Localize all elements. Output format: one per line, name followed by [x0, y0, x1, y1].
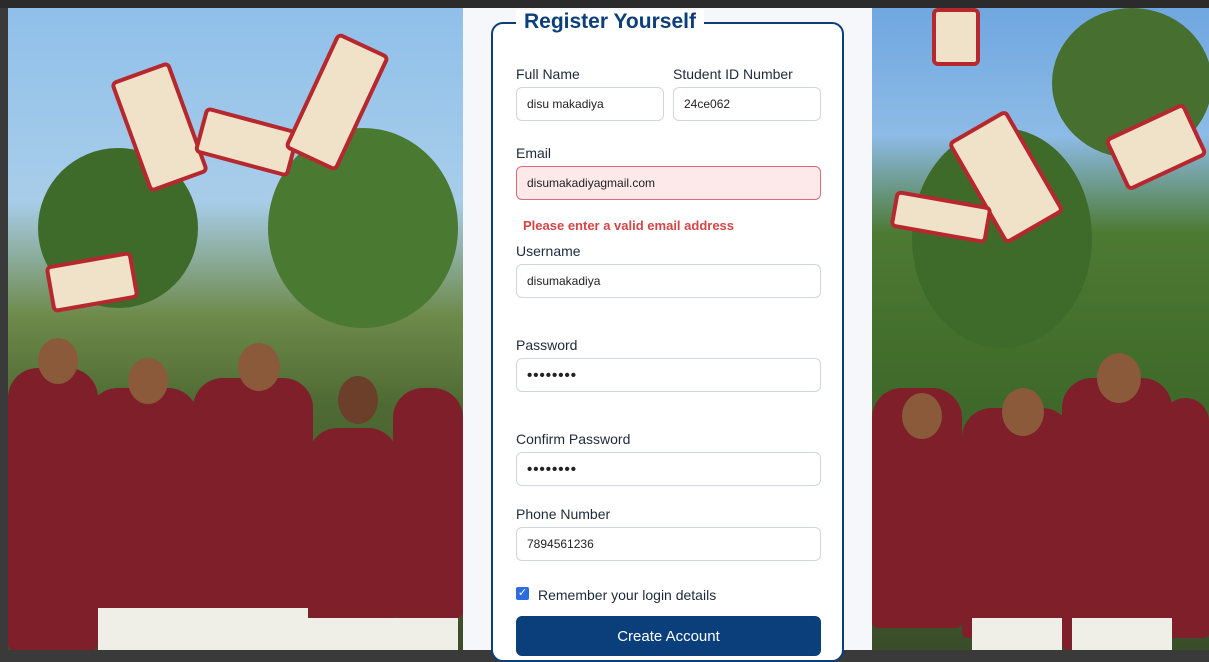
create-account-button[interactable]: Create Account: [516, 616, 821, 656]
graduation-photo-left: [8, 8, 463, 650]
confirm-password-label: Confirm Password: [516, 431, 631, 447]
password-label: Password: [516, 337, 578, 353]
password-input[interactable]: ••••••••: [516, 358, 821, 392]
form-title: Register Yourself: [516, 10, 704, 34]
phone-input[interactable]: 7894561236: [516, 527, 821, 561]
full-name-input[interactable]: disu makadiya: [516, 87, 664, 121]
confirm-password-input[interactable]: ••••••••: [516, 452, 821, 486]
window-top-bar: [0, 0, 1209, 8]
student-id-label: Student ID Number: [673, 66, 793, 82]
email-input[interactable]: disumakadiyagmail.com: [516, 166, 821, 200]
student-id-input[interactable]: 24ce062: [673, 87, 821, 121]
email-label: Email: [516, 145, 552, 161]
remember-checkbox[interactable]: ✓: [516, 587, 529, 600]
username-label: Username: [516, 243, 581, 259]
username-input[interactable]: disumakadiya: [516, 264, 821, 298]
remember-label[interactable]: Remember your login details: [538, 587, 716, 603]
graduation-photo-right: [872, 8, 1209, 650]
full-name-label: Full Name: [516, 66, 580, 82]
email-error-message: Please enter a valid email address: [523, 218, 735, 233]
phone-label: Phone Number: [516, 506, 611, 522]
